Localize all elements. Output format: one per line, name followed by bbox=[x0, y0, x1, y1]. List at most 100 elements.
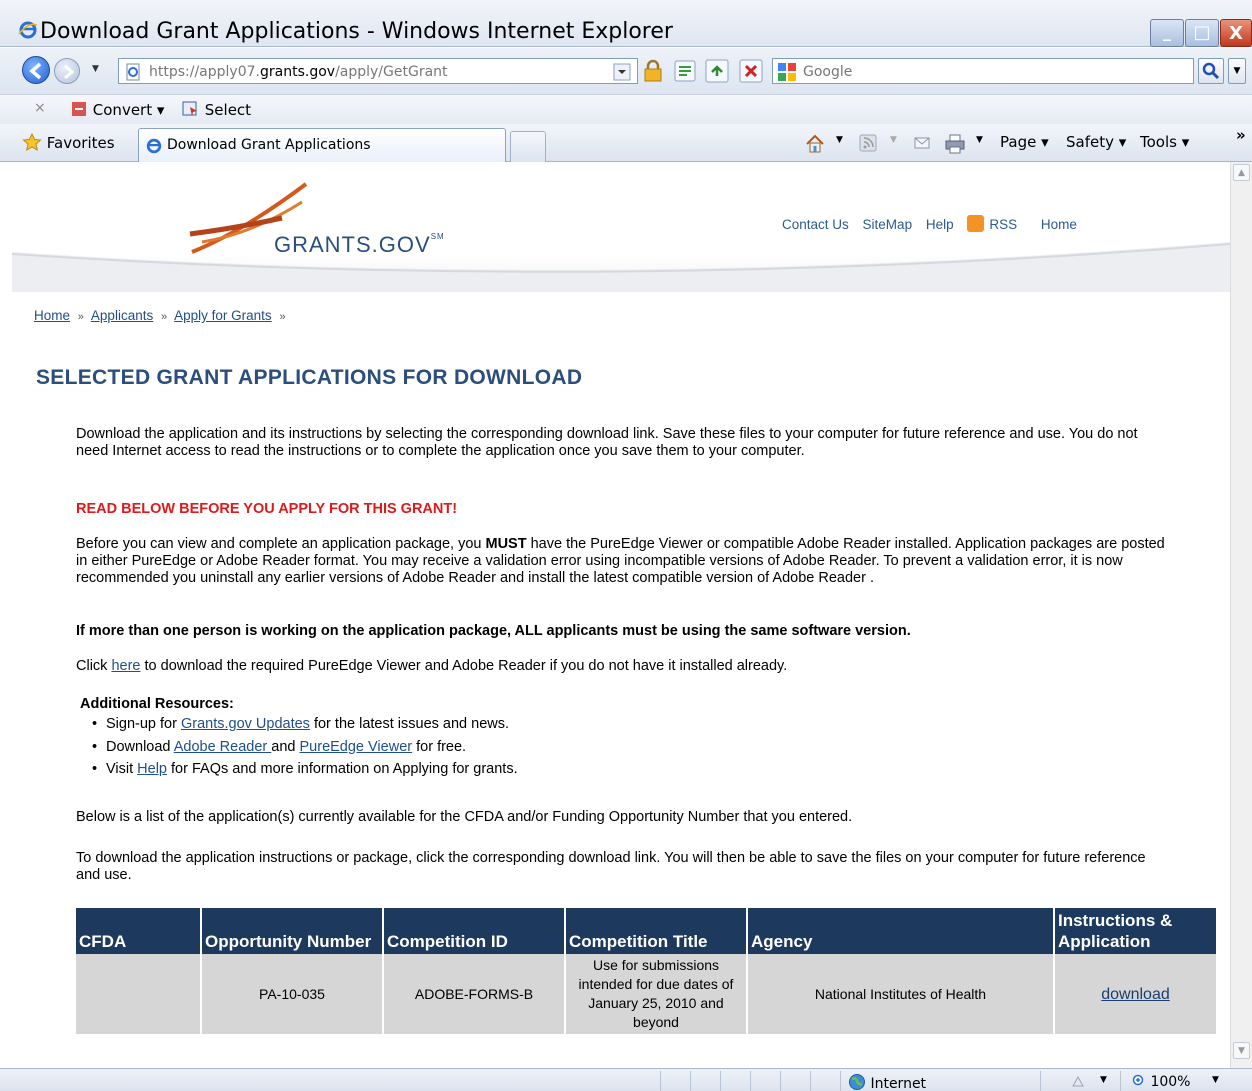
history-dropdown-icon[interactable]: ▼ bbox=[92, 64, 99, 74]
breadcrumb: Home » Applicants » Apply for Grants » bbox=[34, 308, 286, 323]
status-bar: Internet ▼ 100% ▼ bbox=[0, 1068, 1252, 1091]
home-icon[interactable] bbox=[804, 133, 826, 155]
rss-icon bbox=[967, 215, 985, 232]
address-dropdown-icon[interactable] bbox=[613, 63, 631, 81]
forward-arrow-icon bbox=[64, 64, 75, 80]
pureedge-viewer-link[interactable]: PureEdge Viewer bbox=[300, 739, 413, 755]
same-version-note: If more than one person is working on th… bbox=[76, 623, 911, 639]
window-title: Download Grant Applications - Windows In… bbox=[40, 19, 673, 44]
new-tab-button[interactable] bbox=[510, 131, 546, 162]
refresh-icon[interactable] bbox=[704, 58, 730, 84]
cell-competition-title: Use for submissions intended for due dat… bbox=[565, 954, 748, 1034]
header-competition-title: Competition Title bbox=[565, 908, 748, 954]
search-button[interactable] bbox=[1198, 58, 1224, 84]
table-row: PA-10-035 ADOBE-FORMS-B Use for submissi… bbox=[76, 954, 1216, 1034]
cell-opportunity-number: PA-10-035 bbox=[201, 954, 384, 1034]
grant-applications-table: CFDA Opportunity Number Competition ID C… bbox=[76, 908, 1216, 1034]
address-input[interactable]: https://apply07.grants.gov/apply/GetGran… bbox=[118, 58, 638, 84]
page-title: SELECTED GRANT APPLICATIONS FOR DOWNLOAD bbox=[36, 366, 583, 389]
print-dropdown-icon[interactable]: ▼ bbox=[976, 135, 983, 145]
scroll-down-icon[interactable]: ▼ bbox=[1233, 1042, 1250, 1059]
forward-button[interactable] bbox=[54, 58, 80, 84]
maximize-button[interactable]: □ bbox=[1185, 19, 1219, 47]
minimize-icon: _ bbox=[1163, 22, 1171, 41]
back-button[interactable] bbox=[22, 56, 50, 84]
print-icon[interactable] bbox=[944, 133, 966, 155]
convert-button[interactable]: Convert ▾ bbox=[70, 100, 164, 119]
safety-menu[interactable]: Safety ▾ bbox=[1066, 133, 1126, 151]
help-faq-link[interactable]: Help bbox=[137, 761, 167, 777]
header-opportunity-number: Opportunity Number bbox=[201, 908, 384, 954]
search-placeholder: Google bbox=[803, 64, 853, 80]
feeds-icon[interactable] bbox=[858, 133, 878, 153]
close-icon: X bbox=[1229, 23, 1243, 44]
back-arrow-icon bbox=[29, 62, 42, 80]
favorites-star-icon bbox=[22, 132, 42, 151]
protected-mode-dropdown-icon[interactable]: ▼ bbox=[1100, 1075, 1107, 1085]
vertical-scrollbar[interactable]: ▲ ▼ bbox=[1230, 162, 1252, 1068]
minimize-button[interactable]: _ bbox=[1150, 19, 1184, 47]
toolbar-close-icon[interactable]: × bbox=[34, 100, 46, 116]
resources-title: Additional Resources: bbox=[80, 696, 234, 712]
adobe-reader-link[interactable]: Adobe Reader bbox=[174, 739, 272, 755]
breadcrumb-applicants[interactable]: Applicants bbox=[91, 308, 153, 323]
protected-mode-icon[interactable] bbox=[1070, 1073, 1086, 1089]
top-links: Contact Us SiteMap Help RSS Home bbox=[782, 215, 1087, 232]
list-item: Download Adobe Reader and PureEdge Viewe… bbox=[92, 736, 1170, 759]
scroll-up-icon[interactable]: ▲ bbox=[1233, 164, 1250, 181]
cell-download: download bbox=[1054, 954, 1216, 1034]
tools-menu[interactable]: Tools ▾ bbox=[1140, 133, 1189, 151]
convert-icon bbox=[72, 102, 86, 116]
click-here-text: Click here to download the required Pure… bbox=[76, 658, 788, 674]
search-options-dropdown[interactable]: ▼ bbox=[1228, 58, 1246, 84]
help-link[interactable]: Help bbox=[926, 217, 954, 232]
ie-logo-icon bbox=[18, 21, 38, 39]
list-item: Sign-up for Grants.gov Updates for the l… bbox=[92, 713, 1170, 736]
page-icon bbox=[126, 63, 140, 81]
home-link[interactable]: Home bbox=[1041, 217, 1077, 232]
contact-us-link[interactable]: Contact Us bbox=[782, 217, 849, 232]
search-icon bbox=[1202, 62, 1220, 80]
stop-icon[interactable] bbox=[738, 58, 764, 84]
close-button[interactable]: X bbox=[1220, 19, 1252, 47]
intro-text: Download the application and its instruc… bbox=[76, 426, 1138, 459]
breadcrumb-home[interactable]: Home bbox=[34, 308, 70, 323]
lock-icon[interactable] bbox=[640, 58, 666, 84]
download-link[interactable]: download bbox=[1101, 986, 1170, 1003]
search-input[interactable]: Google bbox=[772, 58, 1194, 84]
grants-updates-link[interactable]: Grants.gov Updates bbox=[181, 716, 310, 732]
compatibility-view-icon[interactable] bbox=[672, 58, 698, 84]
rss-link[interactable]: RSS bbox=[967, 215, 1027, 232]
header-agency: Agency bbox=[747, 908, 1055, 954]
cell-cfda bbox=[76, 954, 202, 1034]
address-url: https://apply07.grants.gov/apply/GetGran… bbox=[149, 64, 448, 80]
toolbar-overflow-button[interactable]: » bbox=[1236, 126, 1246, 144]
favorites-button[interactable]: Favorites bbox=[22, 132, 115, 152]
maximize-icon: □ bbox=[1193, 22, 1211, 43]
page-viewport: GRANTS.GOVSM Contact Us SiteMap Help RSS… bbox=[12, 162, 1230, 1068]
table-header-row: CFDA Opportunity Number Competition ID C… bbox=[76, 908, 1216, 954]
security-zone[interactable]: Internet bbox=[848, 1073, 926, 1091]
select-button[interactable]: Select bbox=[182, 100, 251, 119]
breadcrumb-apply-for-grants[interactable]: Apply for Grants bbox=[174, 308, 272, 323]
header-cfda: CFDA bbox=[76, 908, 202, 954]
internet-globe-icon bbox=[849, 1074, 865, 1090]
zoom-icon bbox=[1132, 1074, 1144, 1086]
zoom-level[interactable]: 100% bbox=[1132, 1074, 1190, 1090]
sitemap-link[interactable]: SiteMap bbox=[863, 217, 913, 232]
zoom-dropdown-icon[interactable]: ▼ bbox=[1212, 1075, 1219, 1085]
download-viewer-link[interactable]: here bbox=[111, 658, 140, 674]
tab-label: Download Grant Applications bbox=[167, 137, 371, 153]
warning-text: READ BELOW BEFORE YOU APPLY FOR THIS GRA… bbox=[76, 501, 458, 517]
page-menu[interactable]: Page ▾ bbox=[1000, 133, 1049, 151]
feeds-dropdown-icon[interactable]: ▼ bbox=[890, 135, 897, 145]
tab-download-grant-applications[interactable]: Download Grant Applications bbox=[138, 128, 506, 162]
select-icon bbox=[182, 101, 197, 116]
site-header: GRANTS.GOVSM Contact Us SiteMap Help RSS… bbox=[12, 162, 1230, 292]
download-instructions-text: To download the application instructions… bbox=[76, 850, 1146, 883]
additional-resources: Additional Resources: Sign-up for Grants… bbox=[80, 696, 1170, 781]
cell-competition-id: ADOBE-FORMS-B bbox=[383, 954, 566, 1034]
mail-icon[interactable] bbox=[912, 133, 932, 153]
home-dropdown-icon[interactable]: ▼ bbox=[836, 135, 843, 145]
site-logo-text[interactable]: GRANTS.GOVSM bbox=[274, 232, 445, 258]
